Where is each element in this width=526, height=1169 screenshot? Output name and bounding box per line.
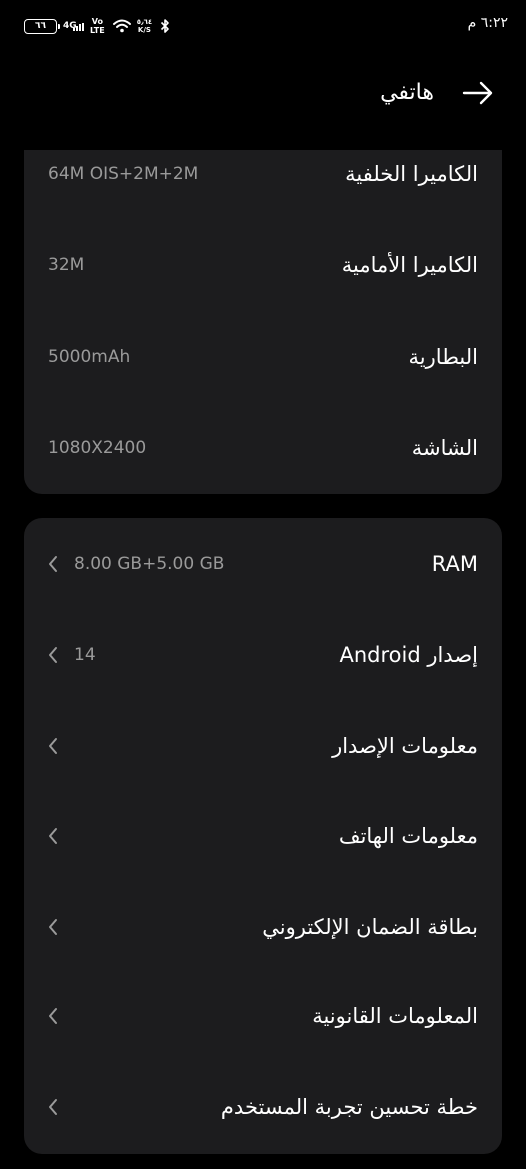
- menu-item-value: 8.00 GB+5.00 GB: [74, 554, 225, 574]
- spec-label: الكاميرا الأمامية: [341, 253, 478, 277]
- battery-icon: ٦٦: [24, 18, 60, 34]
- page-title: هاتفي: [380, 80, 434, 105]
- spec-row-rear-camera: الكاميرا الخلفية 64M OIS+2M+2M: [24, 144, 502, 204]
- volte-top: Vo: [91, 17, 103, 26]
- chevron-left-icon: [49, 828, 57, 844]
- mobile-signal-icon: 4G: [63, 21, 84, 31]
- menu-item-label: بطاقة الضمان الإلكتروني: [262, 915, 478, 939]
- menu-item-e-warranty[interactable]: بطاقة الضمان الإلكتروني: [24, 897, 502, 957]
- network-speed: ٥٫٦٤ K/S: [137, 18, 152, 34]
- wifi-icon: [112, 19, 131, 33]
- battery-level: ٦٦: [35, 21, 46, 31]
- status-bar: ٦٦ 4G Vo LTE ٥٫٦٤ K/S ٦:٢٢ م: [0, 0, 526, 52]
- specs-card: الكاميرا الخلفية 64M OIS+2M+2M الكاميرا …: [24, 150, 502, 494]
- speed-value: ٥٫٦٤: [136, 18, 153, 26]
- menu-item-version-info[interactable]: معلومات الإصدار: [24, 716, 502, 776]
- menu-item-label: معلومات الإصدار: [332, 734, 478, 758]
- arrow-right-icon: [462, 81, 493, 105]
- menu-item-android-version[interactable]: إصدار Android 14: [24, 625, 502, 685]
- spec-value: 32M: [48, 255, 85, 275]
- spec-row-screen: الشاشة 1080X2400: [24, 418, 502, 478]
- chevron-left-icon: [49, 738, 57, 754]
- chevron-left-icon: [49, 556, 57, 572]
- menu-item-legal-info[interactable]: المعلومات القانونية: [24, 986, 502, 1046]
- chevron-left-icon: [49, 647, 57, 663]
- chevron-left-icon: [49, 1099, 57, 1115]
- volte-bottom: LTE: [90, 26, 105, 35]
- volte-icon: Vo LTE: [90, 17, 105, 35]
- bluetooth-icon: [161, 19, 169, 33]
- chevron-left-icon: [49, 1008, 57, 1024]
- back-button[interactable]: [460, 78, 496, 108]
- menu-item-label: RAM: [431, 552, 478, 576]
- spec-row-front-camera: الكاميرا الأمامية 32M: [24, 235, 502, 295]
- screen: ٦٦ 4G Vo LTE ٥٫٦٤ K/S ٦:٢٢ م هاتفي الكام…: [0, 0, 526, 1169]
- spec-value: 5000mAh: [48, 347, 131, 367]
- header: هاتفي: [0, 70, 526, 120]
- settings-card: RAM 8.00 GB+5.00 GB إصدار Android 14 معل…: [24, 518, 502, 1154]
- spec-value: 1080X2400: [48, 438, 147, 458]
- menu-item-ram[interactable]: RAM 8.00 GB+5.00 GB: [24, 534, 502, 594]
- spec-label: الكاميرا الخلفية: [345, 162, 478, 186]
- speed-unit: K/S: [137, 26, 151, 34]
- spec-label: البطارية: [408, 345, 478, 369]
- menu-item-value: 14: [74, 645, 96, 665]
- menu-item-label: المعلومات القانونية: [312, 1004, 478, 1028]
- spec-label: الشاشة: [411, 436, 478, 460]
- spec-value: 64M OIS+2M+2M: [48, 164, 199, 184]
- menu-item-label: خطة تحسين تجربة المستخدم: [220, 1095, 478, 1119]
- clock: ٦:٢٢ م: [467, 15, 508, 31]
- menu-item-label: إصدار Android: [339, 643, 478, 667]
- chevron-left-icon: [49, 919, 57, 935]
- spec-row-battery: البطارية 5000mAh: [24, 327, 502, 387]
- menu-item-user-experience-program[interactable]: خطة تحسين تجربة المستخدم: [24, 1077, 502, 1137]
- menu-item-label: معلومات الهاتف: [338, 824, 478, 848]
- status-icons: ٦٦ 4G Vo LTE ٥٫٦٤ K/S: [24, 15, 170, 37]
- menu-item-phone-info[interactable]: معلومات الهاتف: [24, 806, 502, 866]
